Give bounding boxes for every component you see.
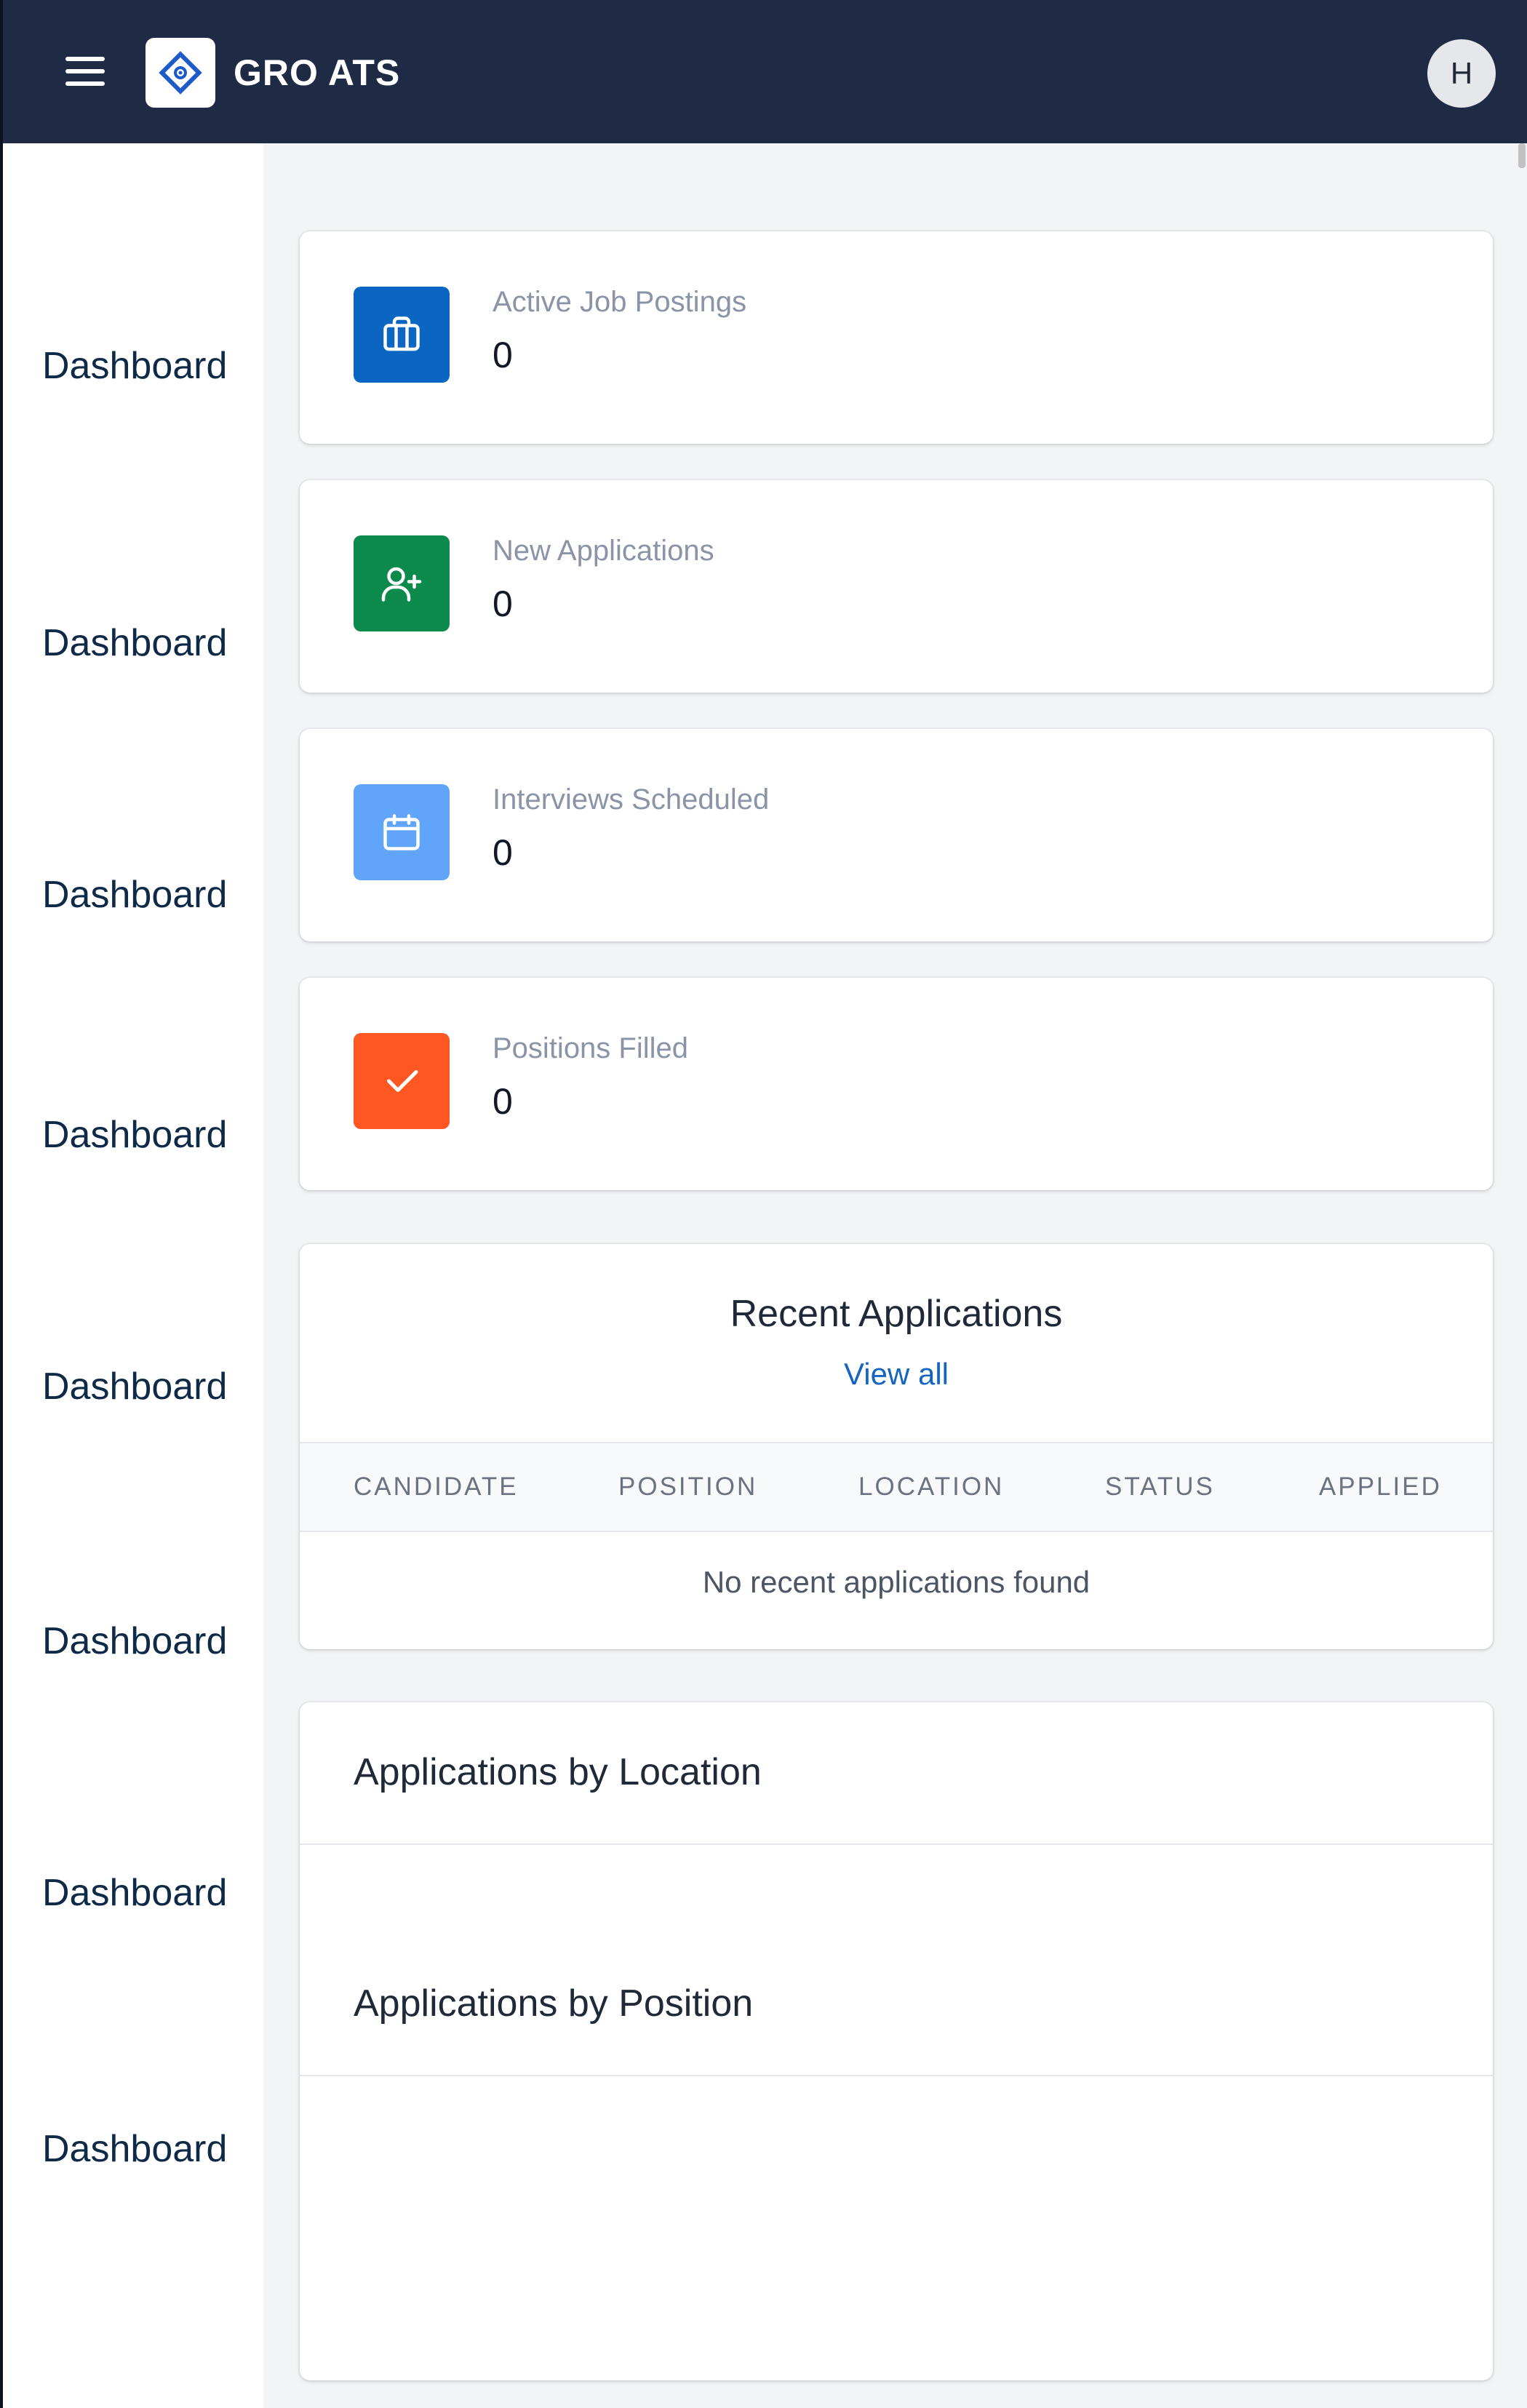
column-header-position[interactable]: POSITION xyxy=(618,1471,757,1503)
app-title: GRO ATS xyxy=(234,52,401,93)
top-navbar: GRO ATS H xyxy=(0,0,1527,143)
stat-label: Active Job Postings xyxy=(493,286,747,318)
stat-value: 0 xyxy=(493,832,513,873)
stat-value: 0 xyxy=(493,583,513,624)
divider xyxy=(300,1843,1493,1845)
view-all-link[interactable]: View all xyxy=(300,1356,1493,1392)
recent-applications-title: Recent Applications xyxy=(730,1293,1063,1335)
user-avatar[interactable]: H xyxy=(1427,39,1496,108)
stat-label: Positions Filled xyxy=(493,1032,689,1064)
applications-by-location-title: Applications by Location xyxy=(354,1751,762,1793)
column-header-status[interactable]: STATUS xyxy=(1105,1471,1215,1503)
applications-by-position-title: Applications by Position xyxy=(354,1982,754,2025)
logo-icon xyxy=(159,51,202,95)
sidebar-item-dashboard[interactable]: Dashboard xyxy=(42,1113,227,1157)
app-logo[interactable] xyxy=(145,38,215,108)
divider xyxy=(300,2075,1493,2076)
user-plus-icon xyxy=(354,535,450,631)
sidebar-item-dashboard[interactable]: Dashboard xyxy=(42,1365,227,1408)
sidebar-item-dashboard[interactable]: Dashboard xyxy=(42,621,227,665)
stat-card-interviews-scheduled: Interviews Scheduled 0 xyxy=(300,729,1493,941)
sidebar-item-dashboard[interactable]: Dashboard xyxy=(42,344,227,388)
recent-applications-card: Recent Applications View all CANDIDATE P… xyxy=(300,1244,1493,1649)
sidebar: Dashboard Dashboard Dashboard Dashboard … xyxy=(0,143,263,2408)
sidebar-item-dashboard[interactable]: Dashboard xyxy=(42,1619,227,1663)
column-header-location[interactable]: LOCATION xyxy=(858,1471,1004,1503)
table-header: CANDIDATE POSITION LOCATION STATUS APPLI… xyxy=(300,1442,1493,1532)
menu-icon[interactable] xyxy=(61,51,109,92)
sidebar-item-dashboard[interactable]: Dashboard xyxy=(42,873,227,917)
stat-label: Interviews Scheduled xyxy=(493,784,770,816)
briefcase-icon xyxy=(354,287,450,383)
column-header-candidate[interactable]: CANDIDATE xyxy=(354,1471,519,1503)
stat-value: 0 xyxy=(493,335,513,375)
stat-card-new-applications: New Applications 0 xyxy=(300,480,1493,693)
sidebar-item-dashboard[interactable]: Dashboard xyxy=(42,2127,227,2171)
column-header-applied[interactable]: APPLIED xyxy=(1319,1471,1442,1503)
stat-value: 0 xyxy=(493,1081,513,1122)
calendar-icon xyxy=(354,784,450,880)
applications-charts-card: Applications by Location Applications by… xyxy=(300,1702,1493,2380)
scrollbar-thumb[interactable] xyxy=(1518,143,1526,168)
empty-state-message: No recent applications found xyxy=(702,1565,1091,1599)
stat-card-active-job-postings: Active Job Postings 0 xyxy=(300,231,1493,444)
page-scrollbar[interactable] xyxy=(1517,143,1527,2408)
check-icon xyxy=(354,1033,450,1129)
stat-card-positions-filled: Positions Filled 0 xyxy=(300,978,1493,1190)
stat-label: New Applications xyxy=(493,535,714,567)
sidebar-item-dashboard[interactable]: Dashboard xyxy=(42,1871,227,1915)
